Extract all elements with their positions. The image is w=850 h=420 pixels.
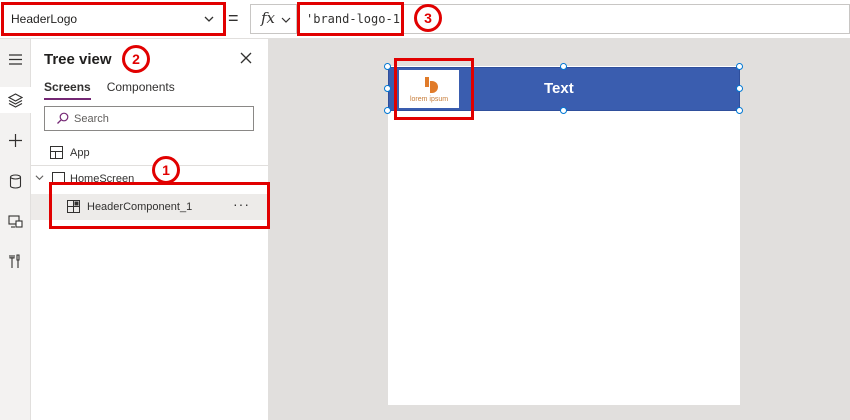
chevron-down-icon [281,17,291,23]
callout-badge-2: 2 [122,45,150,73]
tree-view-title: Tree view [44,51,112,68]
tab-screens[interactable]: Screens [44,80,91,100]
callout-highlight-control-selector [1,2,226,36]
resize-handle-bottom[interactable] [560,107,567,114]
tools-icon [9,253,20,268]
tree-view-panel: Tree view Screens Components Search App … [31,39,269,420]
callout-badge-3: 3 [414,4,442,32]
callout-badge-1: 1 [152,156,180,184]
search-placeholder: Search [74,113,109,125]
resize-handle-bottom-right[interactable] [736,107,743,114]
fx-button[interactable]: fx [250,4,297,34]
resize-handle-top[interactable] [560,63,567,70]
advanced-tools-button[interactable] [0,248,31,274]
resize-handle-bottom-left[interactable] [384,107,391,114]
resize-handle-top-right[interactable] [736,63,743,70]
plus-icon [9,133,22,147]
resize-handle-top-left[interactable] [384,63,391,70]
chevron-down-icon[interactable] [35,173,44,182]
app-icon [50,146,63,159]
media-button[interactable] [0,208,31,234]
design-canvas: lorem ipsum Text [269,39,850,420]
search-input[interactable]: Search [44,106,254,131]
tree-item-app[interactable]: App [31,141,268,165]
hamburger-icon [9,53,22,65]
callout-highlight-formula [297,2,404,36]
callout-highlight-logo [394,58,474,120]
callout-highlight-component [49,182,270,229]
layers-icon [8,92,23,108]
data-button[interactable] [0,168,31,194]
insert-button[interactable] [0,127,31,153]
hamburger-menu-button[interactable] [0,46,31,72]
header-title-label[interactable]: Text [544,80,574,97]
tree-view-tabs: Screens Components [44,80,191,100]
search-icon [57,112,69,124]
resize-handle-left[interactable] [384,85,391,92]
fx-label: fx [261,9,276,27]
tree-item-app-label: App [70,147,90,159]
tab-components[interactable]: Components [107,80,175,100]
left-rail [0,39,31,420]
resize-handle-right[interactable] [736,85,743,92]
close-icon[interactable] [240,52,252,64]
tree-divider [31,165,268,166]
media-icon [8,214,23,228]
database-icon [9,173,22,189]
tree-view-button[interactable] [0,87,31,113]
equals-sign: = [228,8,239,28]
